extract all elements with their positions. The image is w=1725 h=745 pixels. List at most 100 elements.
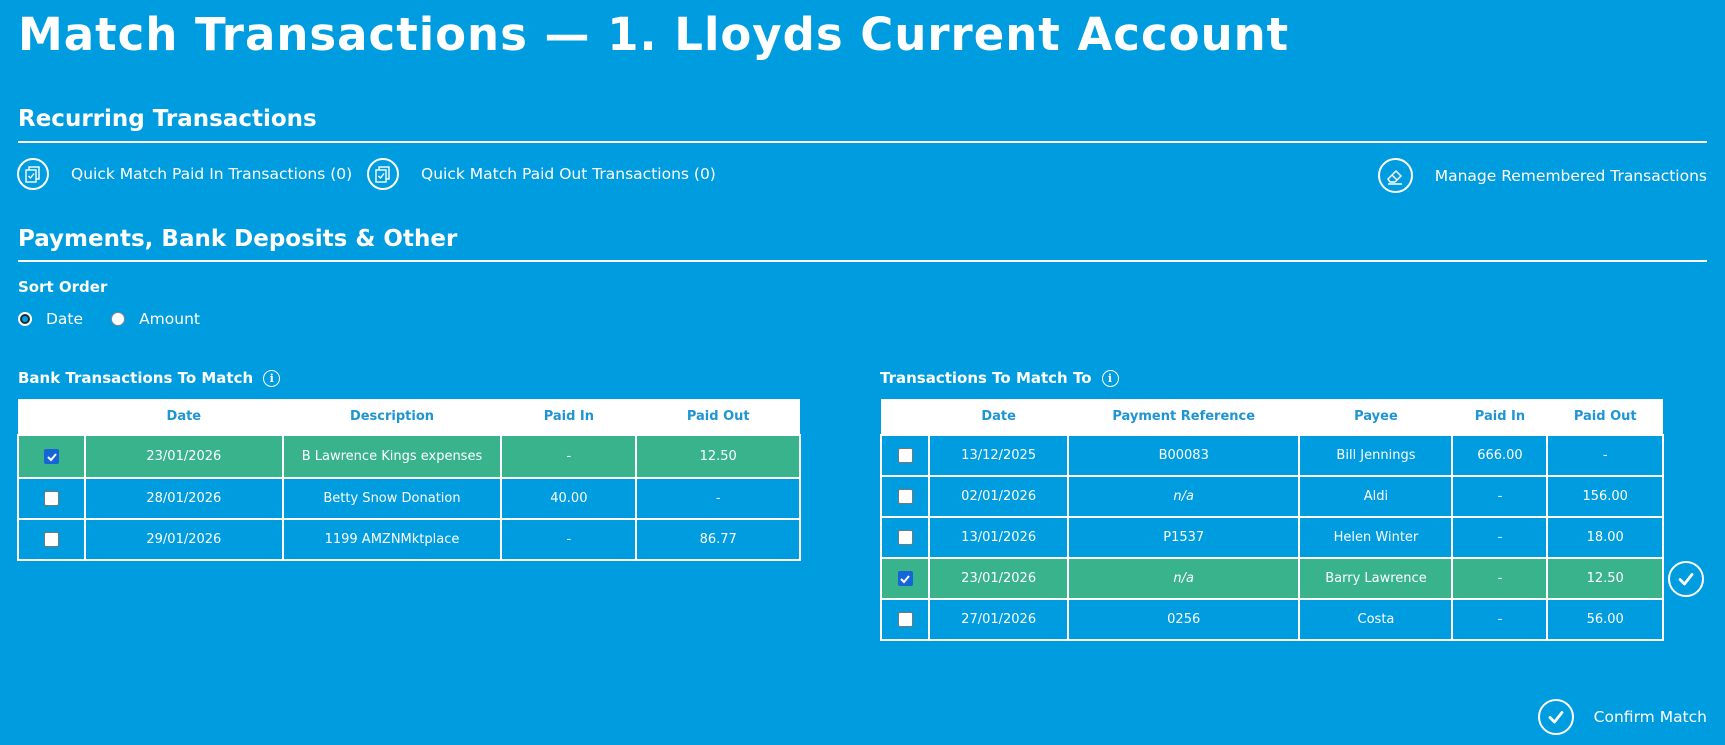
recurring-heading: Recurring Transactions [18,106,317,132]
row-paid-in: 40.00 [500,477,638,520]
manage-remembered-link[interactable]: Manage Remembered Transactions [1377,158,1707,193]
row-select-cell [16,434,87,479]
row-date: 27/01/2026 [928,598,1069,641]
column-header-payment-reference[interactable]: Payment Reference [1067,399,1300,435]
documents-check-icon [367,158,399,190]
row-description: B Lawrence Kings expenses [281,434,503,479]
page-title: Match Transactions — 1. Lloyds Current A… [18,8,1290,61]
eraser-icon [1377,158,1413,193]
row-paid-out: 18.00 [1546,516,1664,559]
row-select-cell [879,475,931,518]
row-select-cell [879,598,931,641]
row-paid-in: - [1451,557,1549,600]
table-row[interactable]: 28/01/2026 Betty Snow Donation 40.00 - [16,477,801,520]
table-row[interactable]: 13/12/2025 B00083 Bill Jennings 666.00 - [879,434,1664,477]
table-header-row: Date Description Paid In Paid Out [18,399,800,435]
row-paid-out: 56.00 [1546,598,1664,641]
row-checkbox[interactable] [897,448,913,463]
row-payee: Bill Jennings [1298,434,1454,477]
row-paid-in: 666.00 [1451,434,1549,477]
match-row-check-icon[interactable] [1668,561,1704,597]
row-date: 13/12/2025 [928,434,1069,477]
column-header-paid-in[interactable]: Paid In [501,399,637,435]
check-circle-icon [1537,699,1574,735]
table-row[interactable]: 13/01/2026 P1537 Helen Winter - 18.00 [879,516,1664,559]
match-transactions-table: Date Payment Reference Payee Paid In Pai… [879,399,1664,641]
row-reference: n/a [1066,475,1301,518]
row-select-cell [16,477,87,520]
row-reference: n/a [1066,557,1301,600]
row-checkbox[interactable] [44,449,60,464]
row-paid-out: - [635,477,801,520]
quick-match-paid-out-label: Quick Match Paid Out Transactions (0) [421,165,716,183]
column-header-paid-in[interactable]: Paid In [1452,399,1548,435]
row-paid-out: 12.50 [635,434,801,479]
quick-match-paid-in-label: Quick Match Paid In Transactions (0) [71,165,353,183]
sort-date-label[interactable]: Date [46,310,83,328]
row-select-cell [879,557,931,600]
row-description: Betty Snow Donation [281,477,503,520]
match-transactions-title: Transactions To Match To i [880,369,1119,387]
column-header-description[interactable]: Description [282,399,502,435]
row-reference: B00083 [1066,434,1301,477]
bank-transactions-title-text: Bank Transactions To Match [18,369,254,387]
row-date: 29/01/2026 [84,518,284,561]
sort-amount-label[interactable]: Amount [139,310,200,328]
row-paid-in: - [1451,598,1549,641]
row-checkbox[interactable] [897,489,913,504]
row-paid-out: 156.00 [1546,475,1664,518]
bank-transactions-body: 23/01/2026 B Lawrence Kings expenses - 1… [16,434,801,561]
row-checkbox[interactable] [44,532,60,547]
table-row[interactable]: 02/01/2026 n/a Aldi - 156.00 [879,475,1664,518]
row-payee: Barry Lawrence [1298,557,1454,600]
sort-order-options: Date Amount [18,310,200,328]
row-paid-in: - [1451,516,1549,559]
row-paid-out: - [1546,434,1664,477]
row-paid-in: - [1451,475,1549,518]
table-row[interactable]: 29/01/2026 1199 AMZNMktplace - 86.77 [16,518,801,561]
info-icon[interactable]: i [1101,369,1119,387]
row-reference: 0256 [1066,598,1301,641]
row-checkbox[interactable] [897,612,913,627]
row-description: 1199 AMZNMktplace [281,518,503,561]
row-select-cell [879,516,931,559]
sort-amount-radio[interactable] [111,312,126,326]
table-row[interactable]: 27/01/2026 0256 Costa - 56.00 [879,598,1664,641]
column-header-payee[interactable]: Payee [1299,399,1453,435]
row-paid-out: 86.77 [635,518,801,561]
match-transactions-body: 13/12/2025 B00083 Bill Jennings 666.00 -… [879,434,1664,641]
row-date: 23/01/2026 [84,434,284,479]
row-payee: Aldi [1298,475,1454,518]
row-checkbox[interactable] [897,530,913,545]
row-select-cell [16,518,87,561]
row-paid-out: 12.50 [1546,557,1664,600]
column-header-date[interactable]: Date [85,399,283,435]
table-row[interactable]: 23/01/2026 B Lawrence Kings expenses - 1… [16,434,801,479]
row-paid-in: - [500,434,638,479]
row-checkbox[interactable] [897,571,913,586]
column-header-paid-out[interactable]: Paid Out [636,399,800,435]
confirm-match-button[interactable]: Confirm Match [1537,699,1707,735]
bank-transactions-title: Bank Transactions To Match i [18,369,281,387]
column-header-paid-out[interactable]: Paid Out [1547,399,1663,435]
row-payee: Helen Winter [1298,516,1454,559]
quick-match-paid-out-link[interactable]: Quick Match Paid Out Transactions (0) [367,158,716,190]
table-row[interactable]: 23/01/2026 n/a Barry Lawrence - 12.50 [879,557,1664,600]
confirm-match-label: Confirm Match [1593,708,1707,726]
manage-remembered-label: Manage Remembered Transactions [1434,166,1707,185]
bank-transactions-table: Date Description Paid In Paid Out 23/01/… [16,399,801,561]
sort-date-radio[interactable] [18,312,32,326]
quick-match-paid-in-link[interactable]: Quick Match Paid In Transactions (0) [17,158,352,190]
row-reference: P1537 [1066,516,1301,559]
info-icon[interactable]: i [263,369,281,387]
column-header-date[interactable]: Date [929,399,1068,435]
row-checkbox[interactable] [44,491,60,506]
row-date: 13/01/2026 [928,516,1069,559]
sort-order-label: Sort Order [18,278,108,296]
documents-check-icon [17,158,49,190]
row-paid-in: - [500,518,638,561]
row-payee: Costa [1298,598,1454,641]
payments-heading: Payments, Bank Deposits & Other [18,226,458,252]
row-date: 02/01/2026 [928,475,1069,518]
payments-divider [18,260,1707,262]
